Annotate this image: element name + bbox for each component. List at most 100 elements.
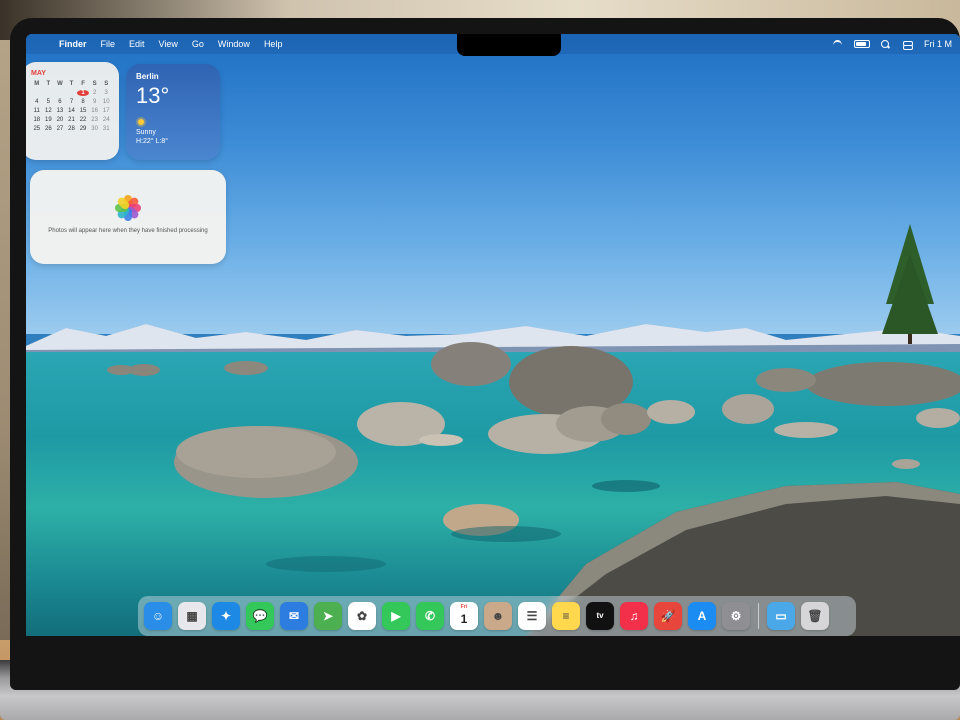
messages-app[interactable]: 💬 bbox=[246, 602, 274, 630]
calendar-weekday: F bbox=[81, 81, 85, 87]
calendar-day: 23 bbox=[91, 117, 98, 123]
contacts-app[interactable]: ☻ bbox=[484, 602, 512, 630]
menu-edit[interactable]: Edit bbox=[122, 39, 152, 49]
control-center-icon[interactable] bbox=[902, 40, 914, 50]
app-store-app[interactable]: A bbox=[688, 602, 716, 630]
status-area: Fri 1 M bbox=[832, 39, 960, 50]
calendar-weekday: S bbox=[92, 81, 97, 87]
finder-app[interactable]: ☺ bbox=[144, 602, 172, 630]
calendar-day: 10 bbox=[102, 99, 110, 105]
downloads-folder[interactable]: ▭ bbox=[767, 602, 795, 630]
calendar-day: 28 bbox=[68, 126, 75, 132]
calendar-month: MAY bbox=[31, 70, 46, 77]
facetime-icon: ▶ bbox=[391, 609, 401, 623]
rocket-icon: 🚀 bbox=[660, 609, 676, 623]
calendar-day bbox=[66, 90, 78, 96]
calendar-day: 5 bbox=[46, 99, 51, 105]
tv-icon: tv bbox=[596, 611, 604, 620]
rocket-app[interactable]: 🚀 bbox=[654, 602, 682, 630]
calendar-grid: M T W T F S S 1 2 3 4 5 6 7 8 9 10 11 12 13 14 15 16 17 18 19 20 21… bbox=[31, 81, 112, 132]
weather-high-low: H:22° L:8° bbox=[136, 138, 169, 145]
menu-finder[interactable]: Finder bbox=[52, 39, 94, 49]
calendar-day: 30 bbox=[91, 126, 98, 132]
contacts-icon: ☻ bbox=[491, 609, 505, 623]
messages-icon: 💬 bbox=[252, 609, 268, 623]
menu-file[interactable]: File bbox=[94, 39, 123, 49]
calendar-day: 20 bbox=[56, 117, 64, 123]
tv-app[interactable]: tv bbox=[586, 602, 614, 630]
maps-app[interactable]: ➤ bbox=[314, 602, 342, 630]
wifi-icon[interactable] bbox=[832, 39, 844, 49]
calendar-day: 13 bbox=[56, 108, 64, 114]
mail-icon: ✉ bbox=[288, 609, 300, 623]
photos-icon bbox=[114, 194, 142, 222]
calendar-day: 4 bbox=[35, 99, 39, 105]
calendar-day: 26 bbox=[45, 126, 52, 132]
calendar-day bbox=[43, 90, 55, 96]
calendar-day bbox=[54, 90, 66, 96]
calendar-day: 11 bbox=[33, 108, 40, 114]
menu-window[interactable]: Window bbox=[211, 39, 257, 49]
phone-app[interactable]: ✆ bbox=[416, 602, 444, 630]
calendar-app-day: 1 bbox=[460, 612, 468, 626]
reminders-icon: ☰ bbox=[526, 609, 538, 623]
desktop-screen: Finder File Edit View Go Window Help Fri… bbox=[26, 34, 960, 636]
trash-app[interactable]: 🗑 bbox=[801, 602, 829, 630]
calendar-weekday: T bbox=[69, 81, 74, 87]
calendar-app[interactable]: Fri 1 bbox=[450, 602, 478, 630]
launchpad-app[interactable]: ▦ bbox=[178, 602, 206, 630]
calendar-day: 25 bbox=[33, 126, 41, 132]
calendar-day: 14 bbox=[68, 108, 75, 114]
sun-icon bbox=[136, 117, 146, 127]
menu-go[interactable]: Go bbox=[185, 39, 211, 49]
calendar-day: 3 bbox=[104, 90, 108, 96]
mail-app[interactable]: ✉ bbox=[280, 602, 308, 630]
calendar-weekday: S bbox=[104, 81, 109, 87]
downloads-folder-icon: ▭ bbox=[775, 609, 787, 623]
launchpad-icon: ▦ bbox=[186, 609, 198, 623]
calendar-day: 9 bbox=[92, 99, 97, 105]
trash-icon: 🗑 bbox=[807, 609, 823, 623]
calendar-day: 6 bbox=[58, 99, 62, 105]
menu-help[interactable]: Help bbox=[257, 39, 290, 49]
search-icon[interactable] bbox=[880, 39, 892, 49]
dock: ☺ ▦ ✦ 💬 ✉ ➤ ✿ ▶ ✆ Fri 1 ☻ ☰ ≡ tv ♫ 🚀 A ⚙ ▭ 🗑 bbox=[138, 596, 856, 636]
photos-message: Photos will appear here when they have f… bbox=[48, 228, 208, 234]
dock-separator bbox=[758, 603, 759, 629]
calendar-day: 8 bbox=[81, 99, 85, 105]
safari-icon: ✦ bbox=[220, 609, 232, 623]
reminders-app[interactable]: ☰ bbox=[518, 602, 546, 630]
notes-app[interactable]: ≡ bbox=[552, 602, 580, 630]
system-settings-icon: ⚙ bbox=[730, 609, 742, 623]
calendar-day: 29 bbox=[79, 126, 87, 132]
calendar-day: 31 bbox=[102, 126, 110, 132]
calendar-day: 12 bbox=[45, 108, 52, 114]
weather-widget[interactable]: Berlin 13° Sunny H:22° L:8° bbox=[126, 64, 220, 160]
weather-temperature: 13° bbox=[136, 83, 170, 108]
photos-widget[interactable]: Photos will appear here when they have f… bbox=[30, 170, 226, 264]
calendar-weekday: W bbox=[57, 81, 63, 87]
facetime-app[interactable]: ▶ bbox=[382, 602, 410, 630]
weather-city: Berlin bbox=[136, 72, 159, 81]
calendar-app-weekday: Fri bbox=[460, 604, 468, 610]
menu-view[interactable]: View bbox=[152, 39, 185, 49]
calendar-widget[interactable]: MAY M T W T F S S 1 2 3 4 5 6 7 8 9 10 11 12 13 14 15 16 17 18 19… bbox=[26, 62, 119, 160]
safari-app[interactable]: ✦ bbox=[212, 602, 240, 630]
calendar-day: 17 bbox=[102, 108, 110, 114]
calendar-day: 1 bbox=[77, 90, 89, 96]
weather-condition: Sunny bbox=[136, 129, 156, 136]
battery-icon[interactable] bbox=[854, 40, 870, 48]
calendar-weekday: T bbox=[46, 81, 51, 87]
notes-icon: ≡ bbox=[562, 609, 570, 623]
calendar-day: 21 bbox=[68, 117, 75, 123]
finder-icon: ☺ bbox=[151, 609, 165, 623]
menu-clock[interactable]: Fri 1 M bbox=[924, 39, 952, 49]
system-settings-app[interactable]: ⚙ bbox=[722, 602, 750, 630]
photos-app[interactable]: ✿ bbox=[348, 602, 376, 630]
phone-icon: ✆ bbox=[424, 609, 436, 623]
music-app[interactable]: ♫ bbox=[620, 602, 648, 630]
calendar-day bbox=[31, 90, 43, 96]
music-icon: ♫ bbox=[629, 609, 639, 623]
calendar-day: 22 bbox=[79, 117, 87, 123]
calendar-day: 27 bbox=[56, 126, 64, 132]
